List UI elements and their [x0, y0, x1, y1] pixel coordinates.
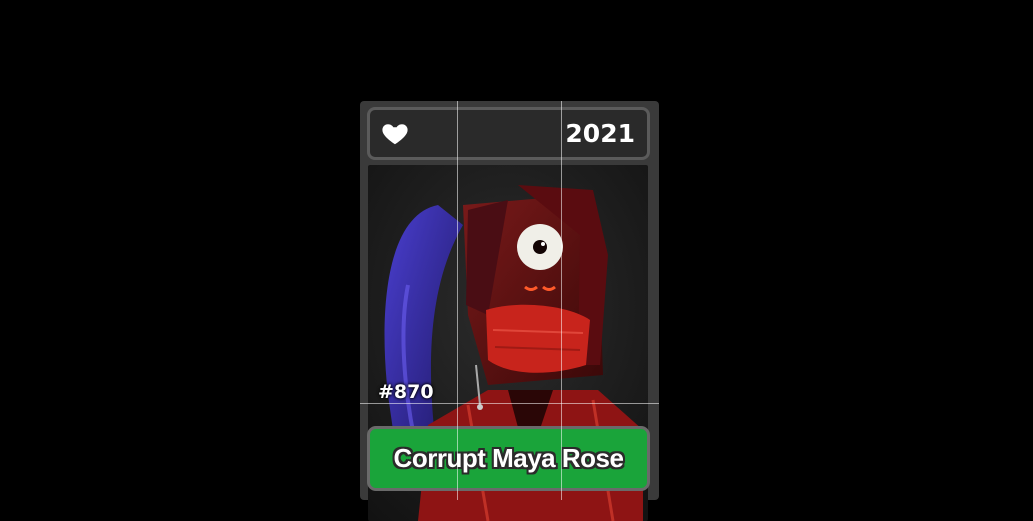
card-year: 2021 — [565, 119, 635, 148]
character-name-button[interactable]: Corrupt Maya Rose — [367, 426, 650, 491]
card-number: #870 — [378, 381, 434, 403]
card-header: 2021 — [367, 107, 650, 160]
character-card[interactable]: 2021 #870 Corrupt Maya Rose — [360, 101, 659, 521]
heart-icon — [382, 124, 408, 145]
favorite-button[interactable] — [380, 118, 410, 148]
character-name: Corrupt Maya Rose — [393, 443, 624, 473]
